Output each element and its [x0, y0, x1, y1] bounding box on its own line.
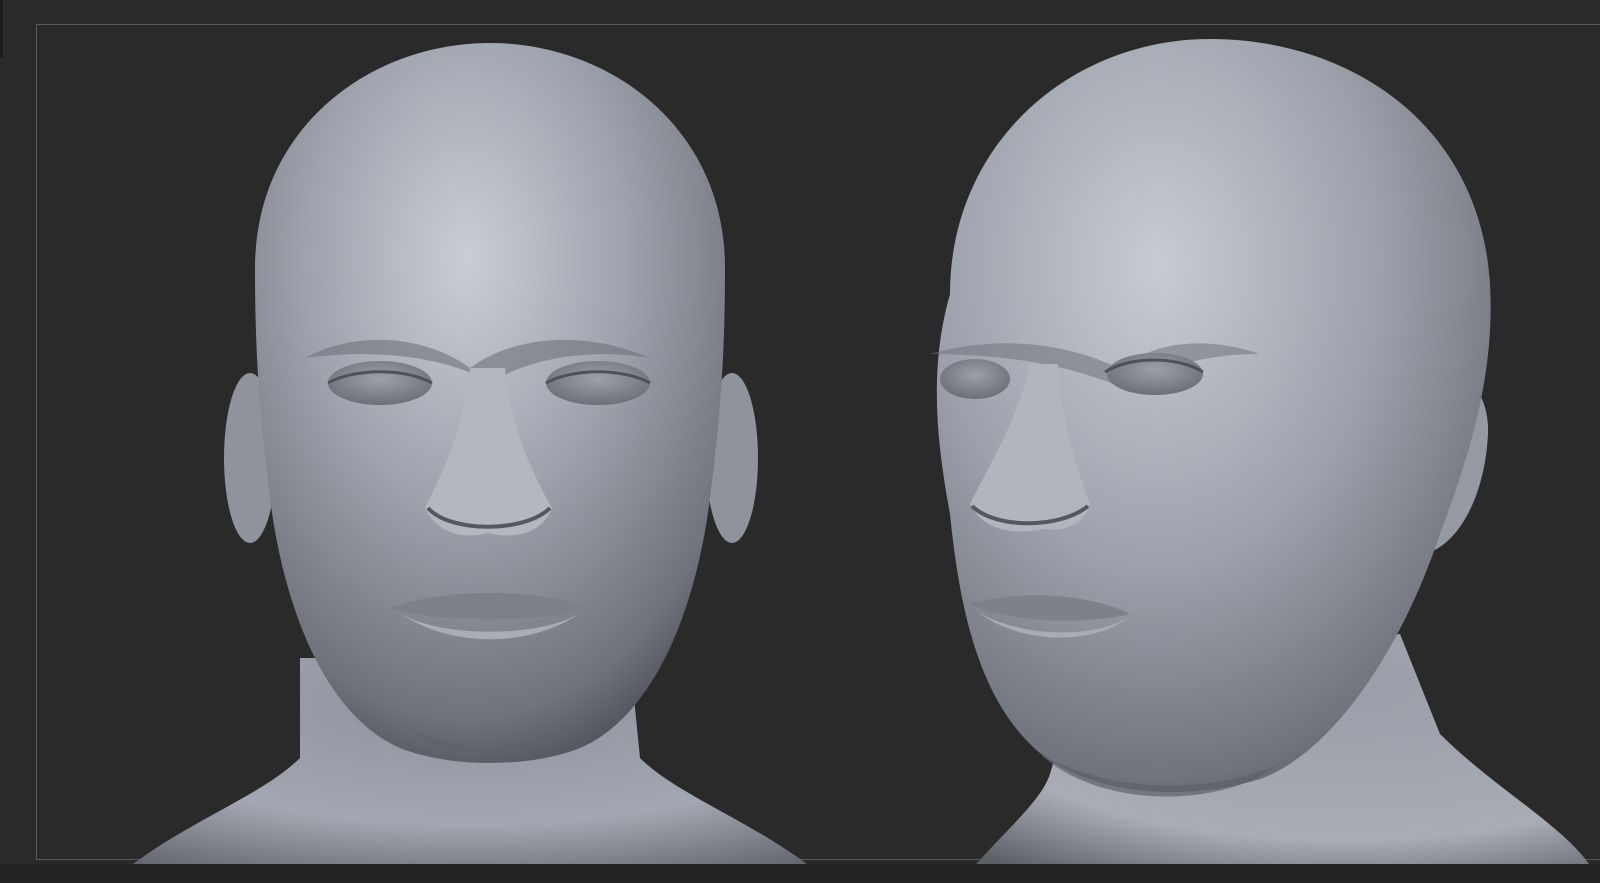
- right-eye: [546, 361, 650, 405]
- left-eye: [328, 361, 432, 405]
- left-panel-edge: [0, 0, 3, 58]
- viewport-canvas[interactable]: [0, 0, 1600, 883]
- sculpt-three-quarter-view[interactable]: [880, 34, 1600, 883]
- sculpt-front-view[interactable]: [110, 38, 830, 883]
- left-eye: [940, 359, 1010, 399]
- bottom-status-bar: [0, 864, 1600, 883]
